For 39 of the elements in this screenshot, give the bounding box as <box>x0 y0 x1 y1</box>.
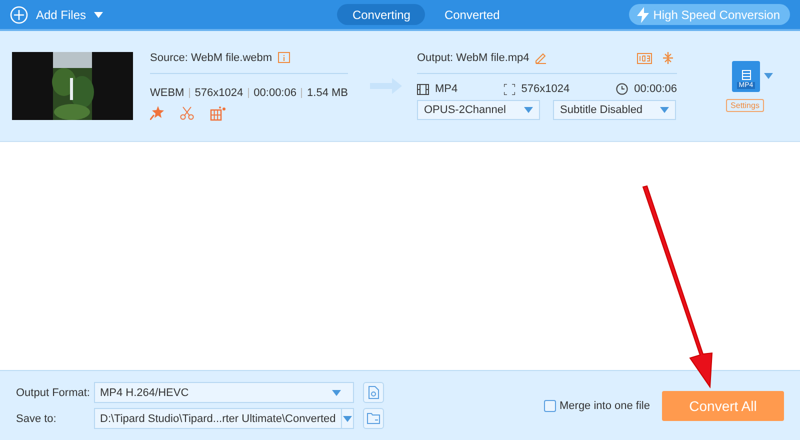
output-format-select[interactable]: MP4 H.264/HEVC <box>94 382 354 403</box>
pencil-icon[interactable] <box>535 52 548 64</box>
subtitle-select[interactable]: Subtitle Disabled <box>553 100 676 120</box>
caret-icon <box>660 107 669 113</box>
caret-icon <box>764 73 773 79</box>
checkbox[interactable] <box>544 400 556 412</box>
caret-icon <box>332 390 341 396</box>
caret-icon <box>94 12 104 18</box>
id3-tag-icon[interactable] <box>637 52 652 64</box>
tab[interactable]: Converting <box>337 4 426 25</box>
audio-track-select[interactable]: OPUS-2Channel <box>417 100 540 120</box>
save-to-label: Save to: <box>16 412 58 424</box>
source-filename: Source: WebM file.webm <box>150 52 272 64</box>
output-format-label: Output Format: <box>16 386 91 398</box>
merge-checkbox[interactable]: Merge into one file <box>544 400 650 412</box>
resolution-icon <box>504 84 516 94</box>
open-folder-button[interactable] <box>363 408 384 429</box>
file-info: WEBM <box>150 86 184 98</box>
file-info: 1.54 MB <box>307 86 348 98</box>
caret-icon <box>524 107 533 113</box>
folder-icon <box>367 413 380 424</box>
add-files-button[interactable]: Add Files <box>10 6 104 24</box>
scissors-icon[interactable] <box>180 106 194 120</box>
info-icon[interactable] <box>278 52 290 63</box>
caret-icon <box>342 416 352 422</box>
output-resolution: 576x1024 <box>521 83 570 95</box>
format-settings-button[interactable] <box>363 382 384 403</box>
output-format: MP4 <box>435 83 458 95</box>
output-filename: Output: WebM file.mp4 <box>417 52 530 64</box>
output-duration: 00:00:06 <box>634 83 677 95</box>
film-edit-icon[interactable] <box>210 106 226 120</box>
file-info: 00:00:06 <box>254 86 296 98</box>
tab[interactable]: Converted <box>429 4 515 25</box>
lightning-icon <box>637 6 650 22</box>
save-path-select[interactable]: D:\Tipard Studio\Tipard...rter Ultimate\Converted <box>94 408 354 429</box>
clock-icon <box>616 83 628 95</box>
star-wand-icon[interactable] <box>150 106 164 120</box>
file-info: 576x1024 <box>194 86 244 98</box>
plus-icon <box>10 6 28 24</box>
